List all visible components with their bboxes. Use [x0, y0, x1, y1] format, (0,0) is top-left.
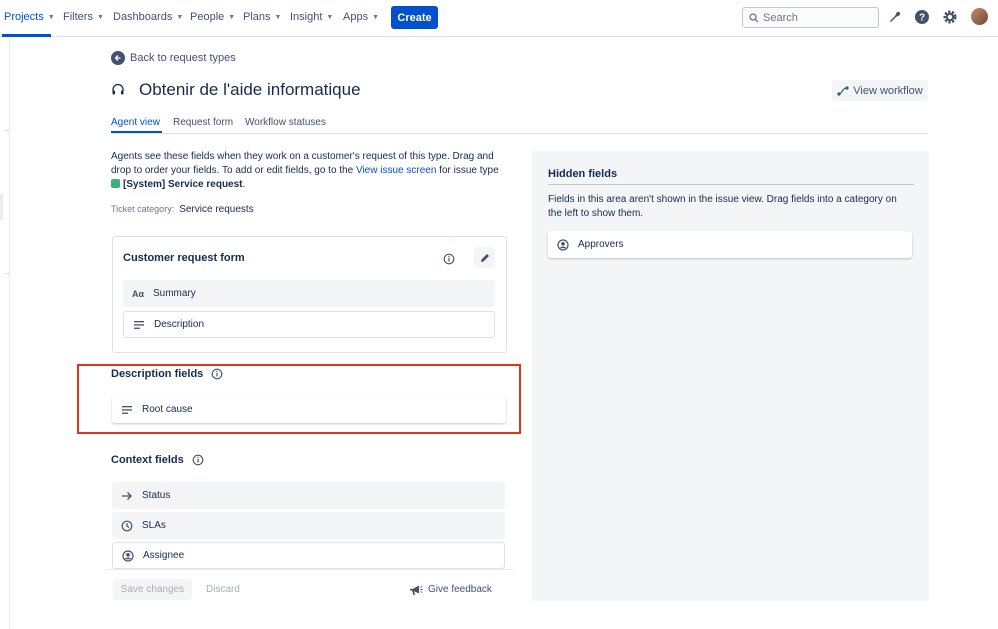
field-assignee[interactable]: Assignee [112, 542, 505, 569]
sidebar-divider [4, 273, 10, 274]
nav-apps[interactable]: Apps ▼ [343, 11, 379, 23]
nav-dashboards-label: Dashboards [113, 11, 173, 23]
tab-active-indicator [111, 131, 162, 133]
person-circle-icon [122, 549, 134, 562]
pencil-icon [480, 253, 489, 262]
back-to-request-types-link[interactable]: Back to request types [111, 51, 236, 65]
search-input[interactable] [763, 11, 873, 24]
top-navigation: Projects ▼ Filters ▼ Dashboards ▼ People ▼ P… [0, 0, 998, 37]
nav-projects-label: Projects [4, 11, 44, 23]
tab-request-form[interactable]: Request form [173, 117, 233, 128]
nav-apps-label: Apps [343, 11, 369, 23]
clock-icon [121, 520, 133, 531]
context-fields-title: Context fields [111, 454, 184, 466]
nav-dashboards[interactable]: Dashboards ▼ [113, 11, 183, 23]
ticket-category-label: Ticket category: [111, 204, 175, 214]
left-sidebar-collapsed [0, 37, 10, 629]
field-approvers[interactable]: Approvers [548, 231, 912, 258]
nav-people[interactable]: People ▼ [190, 11, 235, 23]
megaphone-icon [410, 585, 423, 595]
form-footer: Save changes Discard Give feedback [106, 569, 514, 609]
discard-button[interactable]: Discard [199, 579, 247, 600]
help-icon[interactable]: ? [914, 9, 930, 25]
create-button[interactable]: Create [391, 6, 438, 29]
nav-plans[interactable]: Plans ▼ [243, 11, 281, 23]
nav-filters[interactable]: Filters ▼ [63, 11, 104, 23]
notifications-icon[interactable] [887, 9, 903, 25]
field-label: Status [142, 490, 171, 501]
save-changes-button[interactable]: Save changes [113, 579, 192, 600]
nav-filters-label: Filters [63, 11, 93, 23]
tab-agent-view[interactable]: Agent view [111, 117, 160, 128]
nav-insight[interactable]: Insight ▼ [290, 11, 333, 23]
tab-workflow-statuses[interactable]: Workflow statuses [245, 117, 326, 128]
description-period: . [242, 179, 246, 190]
nav-insight-label: Insight [290, 11, 323, 23]
ticket-category-value: Service requests [179, 204, 254, 215]
settings-gear-icon[interactable] [942, 9, 958, 25]
field-label: SLAs [142, 520, 166, 531]
context-fields-section: Context fields [111, 454, 204, 466]
paragraph-icon [134, 320, 144, 329]
info-icon[interactable] [443, 253, 455, 265]
sidebar-selected-indicator [0, 194, 3, 220]
chevron-down-icon: ▼ [372, 13, 380, 21]
request-type-header: Obtenir de l'aide informatique [111, 80, 361, 100]
chevron-down-icon: ▼ [96, 13, 104, 21]
nav-plans-label: Plans [243, 11, 271, 23]
field-description[interactable]: Description [123, 311, 495, 338]
hidden-fields-description: Fields in this area aren't shown in the … [548, 194, 897, 219]
workflow-icon [837, 85, 849, 96]
person-circle-icon [557, 238, 569, 251]
svg-text:?: ? [919, 13, 925, 24]
nav-projects[interactable]: Projects ▼ [4, 11, 55, 23]
nav-people-label: People [190, 11, 225, 23]
user-avatar[interactable] [971, 8, 988, 25]
service-request-icon [111, 179, 120, 188]
view-workflow-label: View workflow [853, 84, 923, 97]
customer-request-form-card: Customer request form Aα Summary Descrip… [112, 236, 507, 353]
arrow-left-icon [111, 51, 125, 65]
view-issue-screen-link[interactable]: View issue screen [356, 165, 436, 176]
text-format-icon: Aα [131, 288, 145, 299]
agent-view-description: Agents see these fields when they work o… [111, 150, 511, 192]
field-label: Assignee [143, 550, 185, 561]
chevron-down-icon: ▼ [47, 13, 55, 21]
search-icon [749, 12, 759, 22]
sidebar-divider [4, 130, 10, 131]
description-text-continued: for issue type [436, 165, 499, 176]
hidden-fields-divider [548, 184, 914, 185]
give-feedback-label: Give feedback [428, 584, 492, 595]
hidden-fields-title: Hidden fields [548, 168, 618, 180]
headset-icon [112, 83, 124, 95]
chevron-down-icon: ▼ [176, 13, 184, 21]
field-label: Summary [153, 288, 196, 299]
chevron-down-icon: ▼ [274, 13, 282, 21]
search-box[interactable] [742, 7, 879, 28]
info-icon[interactable] [192, 454, 204, 466]
field-label: Description [154, 319, 205, 330]
view-tabs: Agent view Request form Workflow statuse… [111, 116, 928, 134]
edit-form-button[interactable] [474, 247, 495, 268]
field-slas[interactable]: SLAs [112, 512, 505, 539]
ticket-category: Ticket category: Service requests [111, 204, 254, 215]
back-link-label: Back to request types [130, 52, 236, 64]
page-title: Obtenir de l'aide informatique [139, 80, 361, 99]
field-summary[interactable]: Aα Summary [123, 280, 495, 307]
give-feedback-button[interactable]: Give feedback [409, 579, 492, 600]
chevron-down-icon: ▼ [326, 13, 334, 21]
field-status[interactable]: Status [112, 482, 505, 509]
chevron-down-icon: ▼ [228, 13, 236, 21]
arrow-right-icon [122, 491, 132, 500]
view-workflow-button[interactable]: View workflow [832, 80, 928, 101]
highlight-annotation-box [77, 364, 521, 434]
field-label: Approvers [578, 239, 624, 250]
issue-type-name: [System] Service request [123, 179, 243, 190]
customer-request-form-title: Customer request form [123, 252, 245, 264]
hidden-fields-panel: Hidden fields Fields in this area aren't… [532, 151, 929, 601]
